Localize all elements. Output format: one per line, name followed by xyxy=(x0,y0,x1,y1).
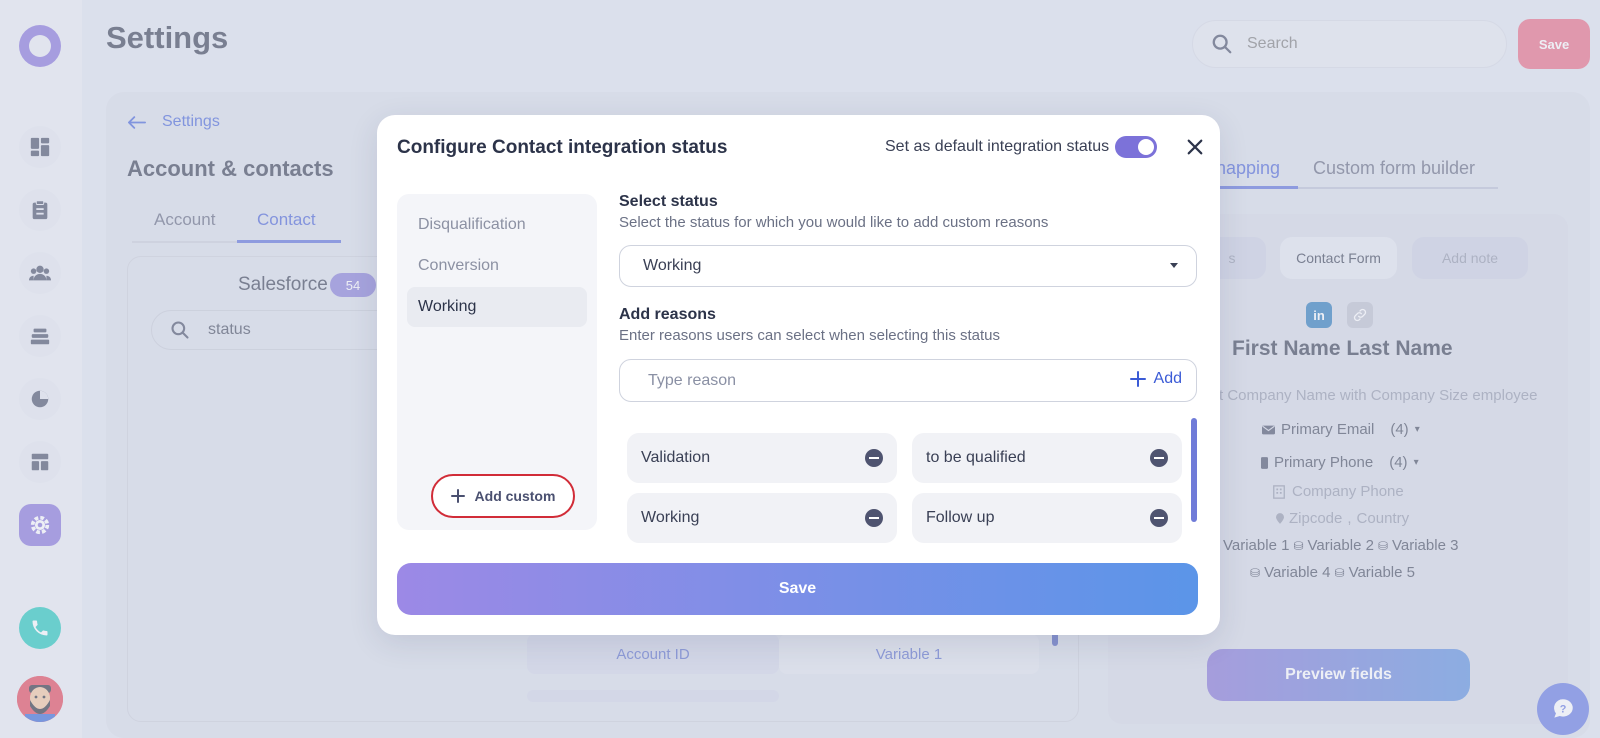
remove-icon[interactable] xyxy=(1150,509,1168,527)
plus-icon xyxy=(450,489,465,503)
status-item-disqualification[interactable]: Disqualification xyxy=(407,205,587,245)
reason-field[interactable]: Add xyxy=(619,359,1197,402)
add-reason-label: Add xyxy=(1153,370,1182,387)
add-custom-button[interactable]: Add custom xyxy=(431,474,575,518)
reason-chip: Follow up xyxy=(912,493,1182,543)
modal-save-button[interactable]: Save xyxy=(397,563,1198,615)
status-select-value: Working xyxy=(643,257,702,274)
status-item-conversion[interactable]: Conversion xyxy=(407,246,587,286)
default-status-label: Set as default integration status xyxy=(885,138,1110,155)
configure-status-modal: Configure Contact integration status Set… xyxy=(377,115,1220,635)
reason-chip: to be qualified xyxy=(912,433,1182,483)
reason-chip-label: to be qualified xyxy=(926,449,1026,466)
default-status-toggle[interactable] xyxy=(1115,136,1157,158)
select-status-label: Select status xyxy=(619,193,718,210)
status-select[interactable]: Working xyxy=(619,245,1197,287)
remove-icon[interactable] xyxy=(1150,449,1168,467)
caret-down-icon xyxy=(1170,263,1178,268)
modal-title: Configure Contact integration status xyxy=(397,137,728,158)
status-item-working[interactable]: Working xyxy=(407,287,587,327)
select-status-help: Select the status for which you would li… xyxy=(619,214,1049,231)
close-icon[interactable] xyxy=(1183,135,1207,159)
remove-icon[interactable] xyxy=(865,449,883,467)
reason-input[interactable] xyxy=(648,371,1098,390)
add-reasons-label: Add reasons xyxy=(619,306,716,323)
remove-icon[interactable] xyxy=(865,509,883,527)
add-reason-button[interactable]: Add xyxy=(1129,370,1182,388)
add-reasons-help: Enter reasons users can select when sele… xyxy=(619,327,1001,344)
reason-chip-label: Follow up xyxy=(926,509,995,526)
reason-chip: Working xyxy=(627,493,897,543)
reason-chip-label: Working xyxy=(641,509,700,526)
plus-icon xyxy=(1129,371,1146,387)
reason-chip-label: Validation xyxy=(641,449,711,466)
reason-chip: Validation xyxy=(627,433,897,483)
reasons-scrollbar[interactable] xyxy=(1191,418,1197,522)
add-custom-label: Add custom xyxy=(474,488,556,504)
